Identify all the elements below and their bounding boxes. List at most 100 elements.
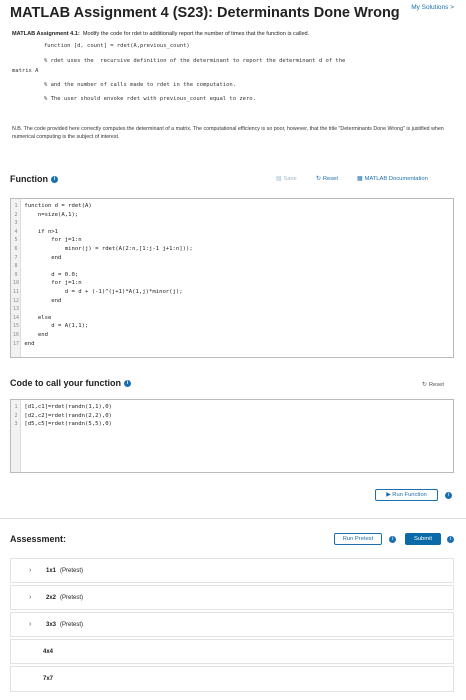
code-text[interactable]: n=size(A,1); [21, 212, 78, 218]
pretest-tag: (Pretest) [60, 621, 84, 628]
run-function-button[interactable]: ▶ Run Function [375, 489, 438, 501]
assessment-item-2x2[interactable]: › 2x2 (Pretest) [10, 585, 454, 610]
code-line[interactable]: 13 [11, 305, 453, 314]
code-text[interactable] [21, 220, 24, 226]
code-line[interactable]: 15 d = A(1,1); [11, 322, 453, 331]
code-text[interactable]: d = 0.0; [21, 272, 78, 278]
call-code-editor[interactable]: 1 [d1,c1]=rdet(randn(1,1),0) 2 [d2,c2]=rd… [10, 399, 454, 473]
code-text[interactable]: function d = rdet(A) [21, 203, 91, 209]
desc-code-line-2: % rdet uses the recursive definition of … [44, 58, 346, 64]
line-number: 9 [14, 271, 18, 278]
code-line[interactable]: 3 [d5,c5]=rdet(randn(5,5),0) [11, 420, 453, 429]
call-reset-button[interactable]: ↻ Reset [422, 382, 444, 388]
desc-code-line-1: function [d, count] = rdet(A,previous_co… [44, 43, 190, 49]
call-section-title: Code to call your function i [10, 378, 132, 388]
function-code-editor[interactable]: 1 function d = rdet(A) 2 n=size(A,1); 3 4 … [10, 198, 454, 358]
desc-code-line-5: % The user should envoke rdet with previ… [44, 96, 256, 102]
my-solutions-link[interactable]: My Solutions > [411, 4, 454, 11]
code-line[interactable]: 4 if n>1 [11, 228, 453, 237]
code-text[interactable]: else [21, 315, 51, 321]
code-text[interactable]: minor(j) = rdet(A(2:n,[1:j-1 j+1:n])); [21, 246, 193, 252]
code-line[interactable]: 9 d = 0.0; [11, 271, 453, 280]
line-number: 13 [12, 306, 20, 313]
line-number: 2 [14, 211, 18, 218]
reset-button[interactable]: ↻ Reset [316, 176, 338, 182]
code-text[interactable]: d = d + (-1)^(j+1)*A(1,j)*minor(j); [21, 289, 183, 295]
code-line[interactable]: 16 end [11, 331, 453, 340]
assignment-text: Modify the code for rdet to additionally… [82, 31, 310, 37]
code-line[interactable]: 2 n=size(A,1); [11, 211, 453, 220]
desc-code-line-3: matrix A [12, 68, 39, 74]
line-number: 5 [14, 237, 18, 244]
info-icon[interactable]: i [124, 380, 132, 388]
code-line[interactable]: 8 [11, 262, 453, 271]
line-number: 2 [14, 412, 18, 419]
page-title: MATLAB Assignment 4 (S23): Determinants … [10, 5, 400, 21]
chevron-right-icon[interactable]: › [29, 567, 31, 574]
info-icon[interactable]: i [51, 176, 58, 184]
run-pretest-button[interactable]: Run Pretest [334, 533, 382, 545]
line-number: 1 [14, 203, 18, 209]
code-line[interactable]: 14 else [11, 314, 453, 323]
code-line[interactable]: 1 function d = rdet(A) [11, 202, 453, 211]
code-line[interactable]: 3 [11, 219, 453, 228]
section-divider [0, 518, 466, 519]
info-icon[interactable]: i [447, 536, 454, 543]
line-number: 12 [12, 297, 20, 304]
line-number: 15 [12, 323, 20, 330]
assessment-name: 4x4 [43, 648, 54, 655]
code-line[interactable]: 2 [d2,c2]=rdet(randn(2,2),0) [11, 412, 453, 421]
line-number: 1 [14, 404, 18, 410]
assessment-item-3x3[interactable]: › 3x3 (Pretest) [10, 612, 454, 637]
code-line[interactable]: 5 for j=1:n [11, 236, 453, 245]
function-title: Function [10, 174, 48, 184]
assessment-item-4x4[interactable]: 4x4 [10, 639, 454, 664]
code-line[interactable]: 12 end [11, 297, 453, 306]
assessment-name: 3x3 [46, 621, 57, 628]
code-line[interactable]: 1 [d1,c1]=rdet(randn(1,1),0) [11, 403, 453, 412]
code-line[interactable]: 17 end [11, 340, 453, 349]
call-reset-label: Reset [428, 382, 445, 388]
code-line[interactable]: 6 minor(j) = rdet(A(2:n,[1:j-1 j+1:n])); [11, 245, 453, 254]
chevron-right-icon[interactable]: › [29, 621, 31, 628]
assessment-name: 2x2 [46, 594, 57, 601]
code-text[interactable]: end [21, 298, 61, 304]
code-text[interactable]: [d2,c2]=rdet(randn(2,2),0) [21, 413, 112, 419]
code-line[interactable]: 7 end [11, 254, 453, 263]
code-text[interactable]: end [21, 255, 61, 261]
reset-label: Reset [322, 176, 339, 182]
submit-button[interactable]: Submit [405, 533, 441, 545]
assessment-item-7x7[interactable]: 7x7 [10, 666, 454, 692]
code-line[interactable]: 11 d = d + (-1)^(j+1)*A(1,j)*minor(j); [11, 288, 453, 297]
code-text[interactable]: d = A(1,1); [21, 323, 88, 329]
code-text[interactable]: for j=1:n [21, 237, 81, 243]
code-text[interactable]: if n>1 [21, 229, 58, 235]
line-number: 4 [14, 228, 18, 235]
code-text[interactable] [21, 306, 24, 312]
info-icon[interactable]: i [445, 492, 452, 499]
info-icon[interactable]: i [389, 536, 396, 543]
save-icon: ▤ [276, 176, 282, 182]
code-text[interactable]: [d1,c1]=rdet(randn(1,1),0) [21, 404, 112, 410]
note-text: N.B. The code provided here correctly co… [12, 126, 444, 140]
line-number: 6 [14, 246, 18, 252]
assessment-title: Assessment: [10, 534, 67, 544]
code-text[interactable]: end [21, 341, 34, 347]
code-text[interactable]: for j=1:n [21, 280, 81, 286]
code-text[interactable] [21, 263, 24, 269]
assessment-item-1x1[interactable]: › 1x1 (Pretest) [10, 558, 454, 583]
function-section-title: Function i [10, 174, 58, 184]
chevron-right-icon[interactable]: › [29, 594, 31, 601]
call-title: Code to call your function [10, 378, 122, 388]
matlab-documentation-link[interactable]: ▦ MATLAB Documentation [357, 176, 428, 182]
save-button[interactable]: ▤ Save [276, 176, 297, 182]
code-text[interactable]: end [21, 332, 48, 338]
reset-icon: ↻ [316, 176, 321, 182]
docs-label: MATLAB Documentation [364, 176, 428, 182]
line-number: 7 [14, 254, 18, 261]
pretest-tag: (Pretest) [60, 594, 84, 601]
code-text[interactable]: [d5,c5]=rdet(randn(5,5),0) [21, 421, 112, 427]
run-function-label: Run Function [392, 492, 427, 498]
line-number: 16 [12, 332, 20, 338]
code-line[interactable]: 10 for j=1:n [11, 279, 453, 288]
